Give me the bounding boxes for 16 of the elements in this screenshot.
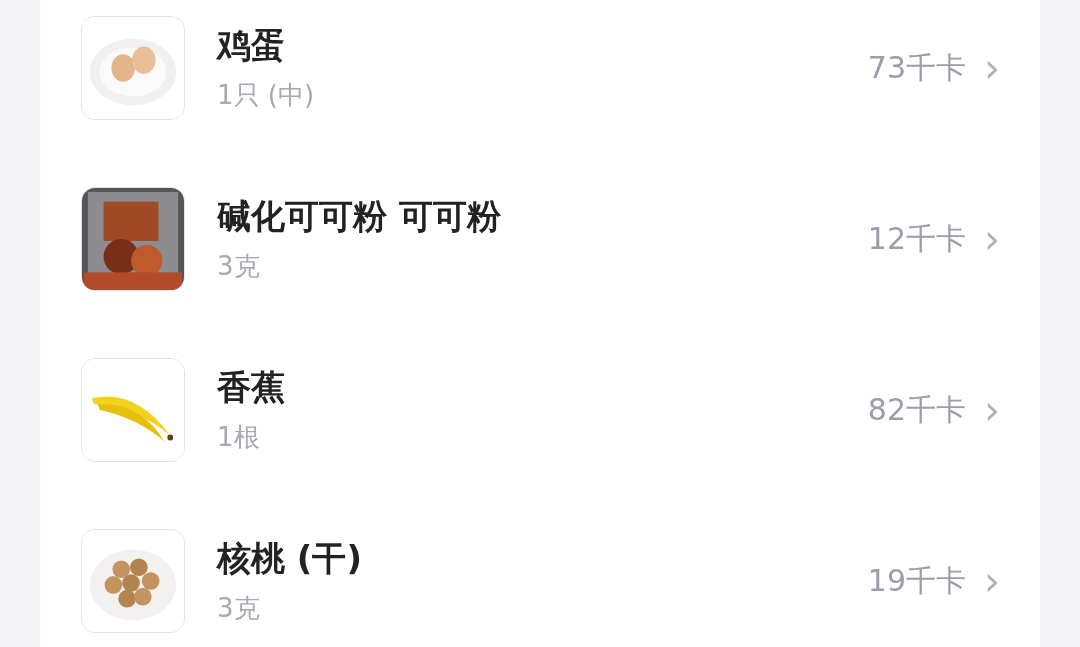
calorie-value: 19千卡: [867, 563, 966, 599]
calorie-value: 12千卡: [867, 221, 966, 257]
food-name: 碱化可可粉 可可粉: [217, 196, 501, 236]
calorie-value: 82千卡: [867, 392, 966, 428]
food-name: 香蕉: [217, 367, 285, 407]
food-portion: 1只 (中): [217, 79, 315, 111]
chevron-icon[interactable]: ›: [984, 390, 1000, 430]
food-portion: 3克: [217, 250, 260, 282]
chevron-icon[interactable]: ›: [984, 561, 1000, 601]
food-name: 鸡蛋: [217, 25, 285, 65]
food-name: 核桃 (干): [217, 538, 362, 578]
chevron-icon[interactable]: ›: [984, 219, 1000, 259]
chevron-icon[interactable]: ›: [984, 48, 1000, 88]
calorie-value: 73千卡: [867, 50, 966, 86]
food-portion: 1根: [217, 421, 260, 453]
food-portion: 3克: [217, 592, 260, 624]
